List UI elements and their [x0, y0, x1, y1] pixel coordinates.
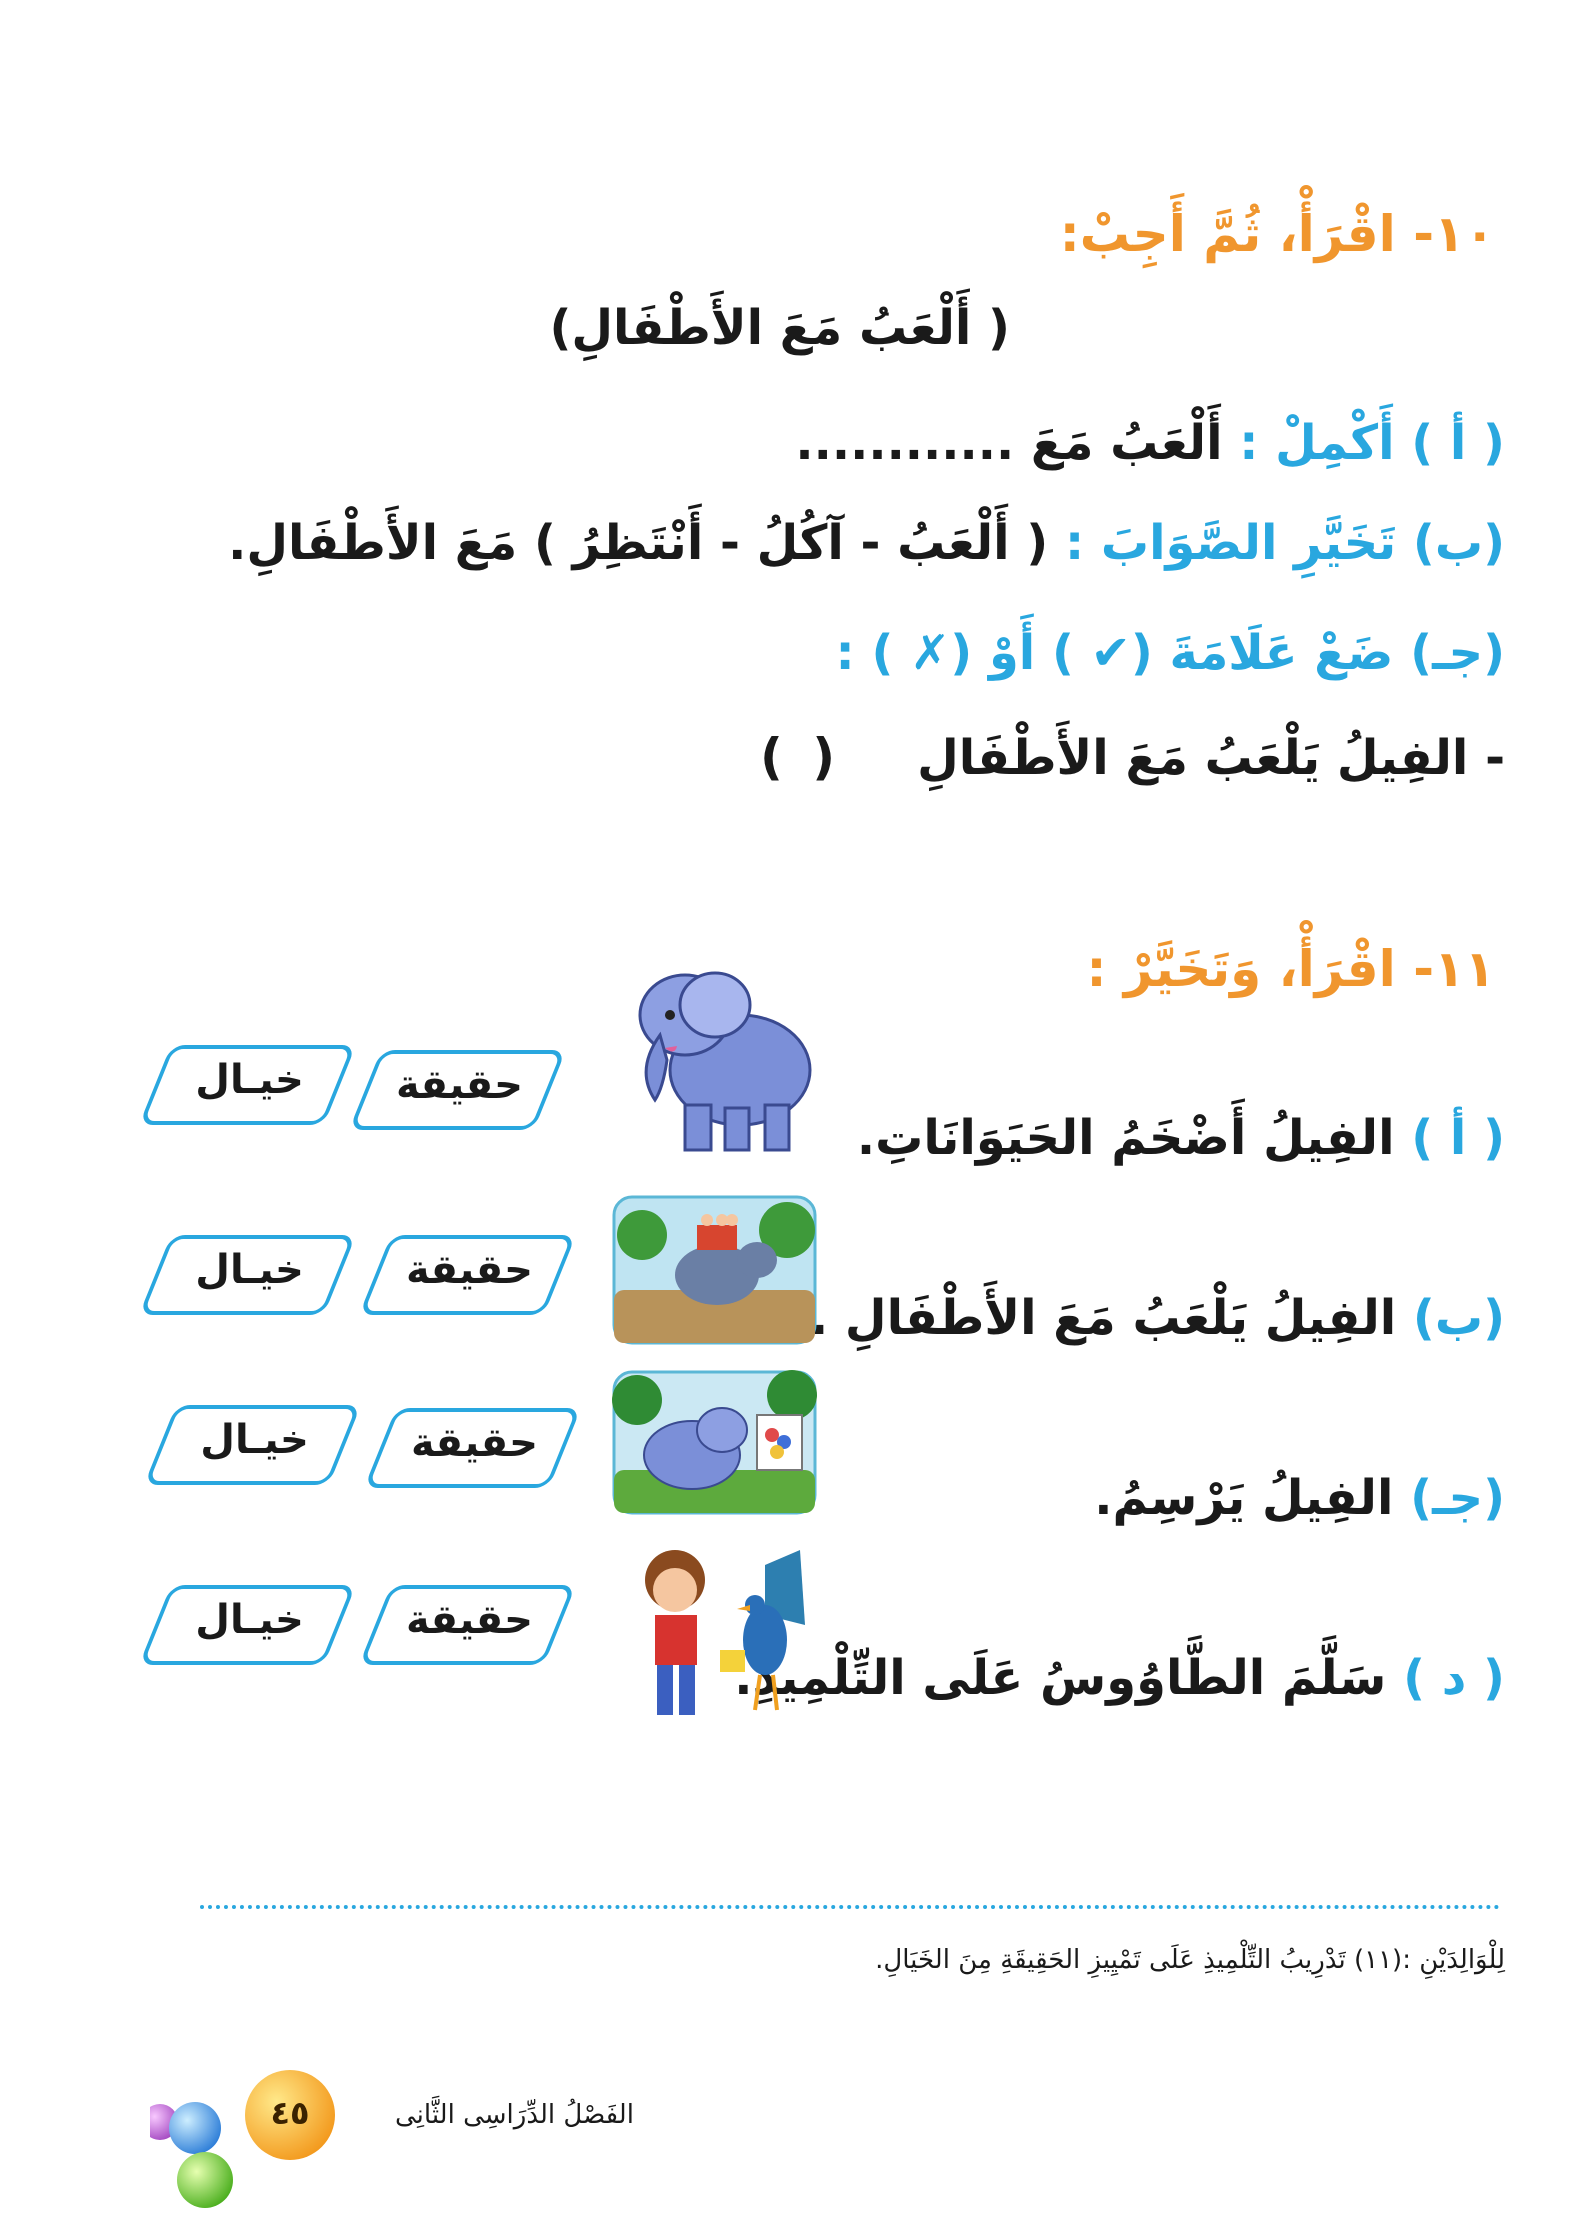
option-fantasy-c[interactable]: خيـال — [143, 1405, 362, 1485]
option-fantasy-d[interactable]: خيـال — [138, 1585, 357, 1665]
option-fantasy-label: خيـال — [195, 1597, 304, 1643]
q10-part-a: ( أ ) أَكْمِلْ : أَلْعَبُ مَعَ .........… — [795, 415, 1505, 471]
item-b-text: الفِيلُ يَلْعَبُ مَعَ الأَطْفَالِ . — [809, 1290, 1397, 1346]
part-b-label: (ب) تَخَيَّرِ الصَّوَابَ : — [1064, 515, 1505, 571]
elephant-standing-image — [638, 971, 812, 1152]
part-a-text: أَلْعَبُ مَعَ ............ — [795, 415, 1223, 471]
option-real-label: حقيقة — [396, 1062, 524, 1108]
q11-number: ١١- — [1413, 940, 1495, 998]
option-real-a[interactable]: حقيقة — [348, 1050, 567, 1130]
option-fantasy-label: خيـال — [195, 1057, 304, 1103]
q10-instruction: اقْرَأْ، ثُمَّ أَجِبْ: — [1059, 205, 1396, 263]
option-real-label: حقيقة — [406, 1597, 534, 1643]
option-real-c[interactable]: حقيقة — [363, 1408, 582, 1488]
part-c-label: (جـ) ضَعْ عَلَامَةَ (✔ ) أَوْ (✗ ) : — [835, 625, 1505, 681]
item-a-label: ( أ ) — [1411, 1110, 1505, 1166]
q11-header: ١١- اقْرَأْ، وَتَخَيَّرْ : — [1086, 940, 1495, 998]
elephant-painting-image — [612, 1370, 817, 1515]
option-real-label: حقيقة — [411, 1420, 539, 1466]
page-number: ٤٥ — [270, 2094, 310, 2132]
decorative-balls-icon — [142, 2070, 335, 2208]
elephant-with-children-image — [612, 1195, 817, 1345]
q11-item-b: (ب) الفِيلُ يَلْعَبُ مَعَ الأَطْفَالِ . — [810, 1290, 1505, 1346]
page-number-badge: ٤٥ — [142, 2060, 370, 2220]
option-real-d[interactable]: حقيقة — [358, 1585, 577, 1665]
parents-note: لِلْوَالِدَيْنِ :(١١) تَدْرِيبُ التِّلْم… — [875, 1945, 1505, 1975]
item-c-text: الفِيلُ يَرْسِمُ. — [1094, 1470, 1394, 1526]
option-fantasy-label: خيـال — [195, 1247, 304, 1293]
q11-item-d: ( د ) سَلَّمَ الطَّاوُوسُ عَلَى التِّلْم… — [734, 1650, 1505, 1706]
divider-dotted — [200, 1905, 1500, 1909]
part-a-label: ( أ ) أَكْمِلْ : — [1239, 415, 1505, 471]
option-real-label: حقيقة — [406, 1247, 534, 1293]
item-a-text: الفِيلُ أَضْخَمُ الحَيَوَانَاتِ. — [856, 1110, 1395, 1166]
part-b-text: ( أَلْعَبُ - آكُلُ - أَنْتَظِرُ ) مَعَ ا… — [228, 515, 1049, 571]
option-real-b[interactable]: حقيقة — [358, 1235, 577, 1315]
q10-number: ١٠- — [1413, 205, 1495, 263]
item-c-label: (جـ) — [1410, 1470, 1505, 1526]
part-c-statement: - الفِيلُ يَلْعَبُ مَعَ الأَطْفَالِ — [917, 730, 1505, 786]
footer-term: الفَصْلُ الدِّرَاسِى الثَّانِى — [395, 2100, 634, 2130]
q11-instruction: اقْرَأْ، وَتَخَيَّرْ : — [1086, 940, 1396, 998]
q10-part-b: (ب) تَخَيَّرِ الصَّوَابَ : ( أَلْعَبُ - … — [228, 515, 1505, 571]
item-d-text: سَلَّمَ الطَّاوُوسُ عَلَى التِّلْمِيذِ. — [734, 1650, 1387, 1706]
option-fantasy-label: خيـال — [200, 1417, 309, 1463]
peacock-and-student-image — [645, 1550, 805, 1715]
item-d-label: ( د ) — [1403, 1650, 1505, 1706]
option-fantasy-b[interactable]: خيـال — [138, 1235, 357, 1315]
story-title: ( أَلْعَبُ مَعَ الأَطْفَالِ) — [549, 300, 1010, 356]
q11-item-a: ( أ ) الفِيلُ أَضْخَمُ الحَيَوَانَاتِ. — [857, 1110, 1505, 1166]
q11-item-c: (جـ) الفِيلُ يَرْسِمُ. — [1094, 1470, 1505, 1526]
q10-header: ١٠- اقْرَأْ، ثُمَّ أَجِبْ: — [1060, 205, 1495, 263]
item-b-label: (ب) — [1412, 1290, 1505, 1346]
option-fantasy-a[interactable]: خيـال — [138, 1045, 357, 1125]
answer-box[interactable]: ( ) — [760, 728, 841, 786]
